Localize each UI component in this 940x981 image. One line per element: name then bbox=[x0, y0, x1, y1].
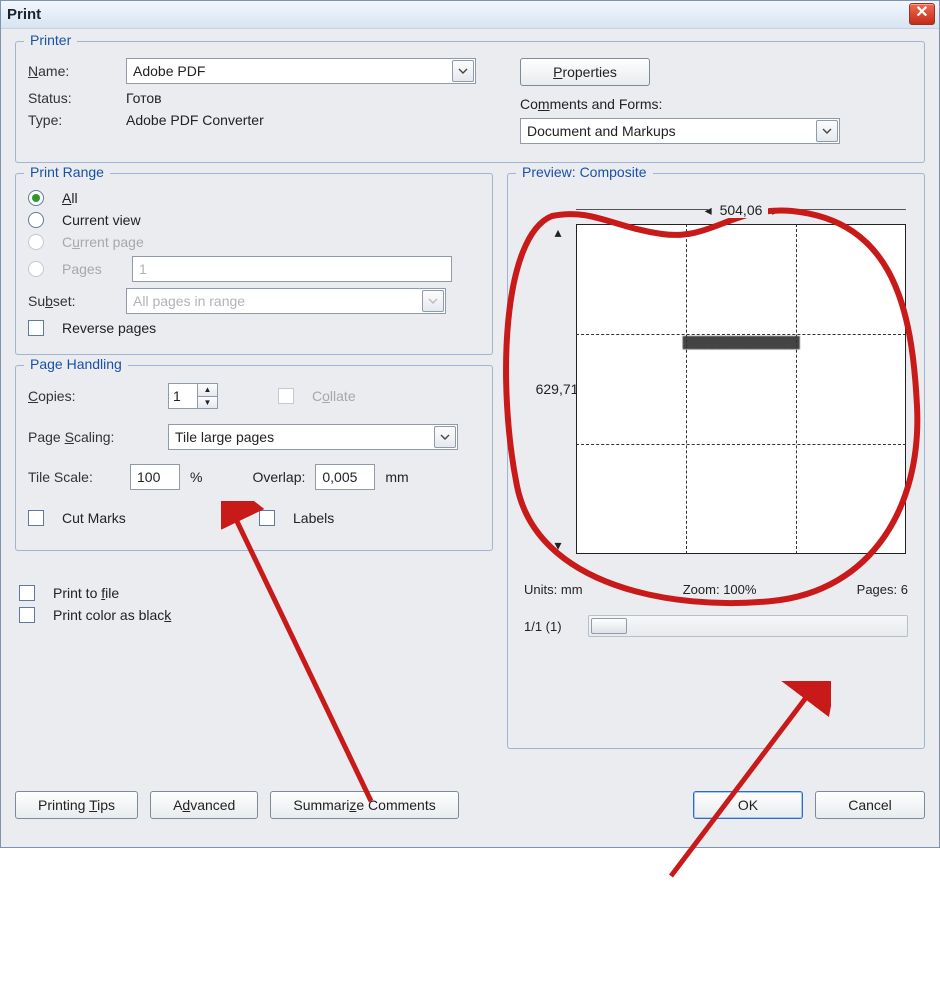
radio-current-page: Current page bbox=[28, 234, 480, 250]
preview-group: Preview: Composite ◂ 504,06 ▸ ▴ 62 bbox=[507, 173, 925, 749]
close-icon: ✕ bbox=[915, 4, 928, 21]
checkbox-icon bbox=[259, 510, 275, 526]
preview-slider[interactable] bbox=[588, 615, 908, 637]
preview-content-text: ████████████████ bbox=[683, 337, 800, 349]
checkbox-icon bbox=[19, 585, 35, 601]
subset-combo: All pages in range bbox=[126, 288, 446, 314]
printer-group: Printer Name: Adobe PDF Status: bbox=[15, 41, 925, 163]
radio-all[interactable]: All bbox=[28, 190, 480, 206]
properties-button[interactable]: Properties bbox=[520, 58, 650, 86]
pages-input: 1 bbox=[132, 256, 452, 282]
tile-scale-unit: % bbox=[190, 469, 202, 485]
print-color-black-check[interactable]: Print color as black bbox=[19, 607, 489, 623]
summarize-comments-button[interactable]: Summarize Comments bbox=[270, 791, 458, 819]
status-label: Status: bbox=[28, 90, 116, 106]
collate-check: Collate bbox=[278, 388, 356, 404]
page-handling-group: Page Handling Copies: 1 ▲ ▼ bbox=[15, 365, 493, 551]
tile-scale-label: Tile Scale: bbox=[28, 469, 120, 485]
overlap-label: Overlap: bbox=[252, 469, 305, 485]
radio-icon bbox=[28, 234, 44, 250]
preview-pages: Pages: 6 bbox=[857, 582, 908, 597]
checkbox-icon bbox=[278, 388, 294, 404]
dialog-body: Printer Name: Adobe PDF Status: bbox=[1, 29, 939, 847]
print-dialog: Print ✕ Printer Name: Adobe PDF bbox=[0, 0, 940, 848]
titlebar: Print ✕ bbox=[1, 1, 939, 29]
page-handling-legend: Page Handling bbox=[24, 356, 128, 372]
cutmarks-check[interactable]: Cut Marks bbox=[28, 510, 249, 526]
preview-height-dim: ▴ 629,71 ▾ bbox=[538, 224, 576, 554]
preview-zoom: Zoom: 100% bbox=[683, 582, 757, 597]
tile-line-v bbox=[796, 224, 797, 554]
overlap-unit: mm bbox=[385, 469, 408, 485]
type-value: Adobe PDF Converter bbox=[126, 112, 264, 128]
checkbox-icon bbox=[19, 607, 35, 623]
copies-spinner[interactable]: 1 ▲ ▼ bbox=[168, 383, 218, 409]
spin-down-icon[interactable]: ▼ bbox=[198, 397, 217, 409]
chevron-down-icon bbox=[816, 120, 838, 142]
radio-icon bbox=[28, 212, 44, 228]
chevron-down-icon bbox=[434, 426, 456, 448]
radio-icon bbox=[28, 190, 44, 206]
reverse-pages-check[interactable]: Reverse pages bbox=[28, 320, 480, 336]
spin-up-icon[interactable]: ▲ bbox=[198, 384, 217, 397]
printing-tips-button[interactable]: Printing Tips bbox=[15, 791, 138, 819]
overlap-input[interactable]: 0,005 bbox=[315, 464, 375, 490]
tile-scale-input[interactable]: 100 bbox=[130, 464, 180, 490]
preview-width-dim: ◂ 504,06 ▸ bbox=[576, 202, 906, 219]
cancel-button[interactable]: Cancel bbox=[815, 791, 925, 819]
preview-canvas: ◂ 504,06 ▸ ▴ 629,71 ▾ bbox=[526, 184, 906, 564]
preview-legend: Preview: Composite bbox=[516, 164, 653, 180]
chevron-down-icon bbox=[422, 290, 444, 312]
preview-units: Units: mm bbox=[524, 582, 583, 597]
status-value: Готов bbox=[126, 90, 162, 106]
window-title: Print bbox=[7, 6, 41, 23]
preview-nav: 1/1 (1) bbox=[524, 619, 562, 634]
close-button[interactable]: ✕ bbox=[909, 3, 935, 25]
tile-line-h bbox=[576, 444, 906, 445]
labels-check[interactable]: Labels bbox=[259, 510, 480, 526]
page-scaling-label: Page Scaling: bbox=[28, 429, 158, 445]
chevron-down-icon bbox=[452, 60, 474, 82]
print-range-group: Print Range All Current view Current pag… bbox=[15, 173, 493, 355]
advanced-button[interactable]: Advanced bbox=[150, 791, 258, 819]
page-scaling-combo[interactable]: Tile large pages bbox=[168, 424, 458, 450]
name-label: Name: bbox=[28, 63, 116, 79]
radio-pages: Pages 1 bbox=[28, 256, 480, 282]
radio-icon bbox=[28, 261, 44, 277]
radio-current-view[interactable]: Current view bbox=[28, 212, 480, 228]
type-label: Type: bbox=[28, 112, 116, 128]
print-to-file-check[interactable]: Print to file bbox=[19, 585, 489, 601]
tile-line-v bbox=[686, 224, 687, 554]
tile-line-h bbox=[576, 334, 906, 335]
printer-legend: Printer bbox=[24, 32, 77, 48]
preview-page: ████████████████ bbox=[576, 224, 906, 554]
comments-forms-value: Document and Markups bbox=[527, 123, 676, 139]
slider-thumb[interactable] bbox=[591, 618, 627, 634]
printer-name-value: Adobe PDF bbox=[133, 63, 205, 79]
subset-label: Subset: bbox=[28, 293, 116, 309]
copies-label: Copies: bbox=[28, 388, 158, 404]
comments-forms-label: Comments and Forms: bbox=[520, 96, 662, 112]
checkbox-icon bbox=[28, 320, 44, 336]
print-range-legend: Print Range bbox=[24, 164, 110, 180]
printer-name-combo[interactable]: Adobe PDF bbox=[126, 58, 476, 84]
checkbox-icon bbox=[28, 510, 44, 526]
ok-button[interactable]: OK bbox=[693, 791, 803, 819]
comments-forms-combo[interactable]: Document and Markups bbox=[520, 118, 840, 144]
